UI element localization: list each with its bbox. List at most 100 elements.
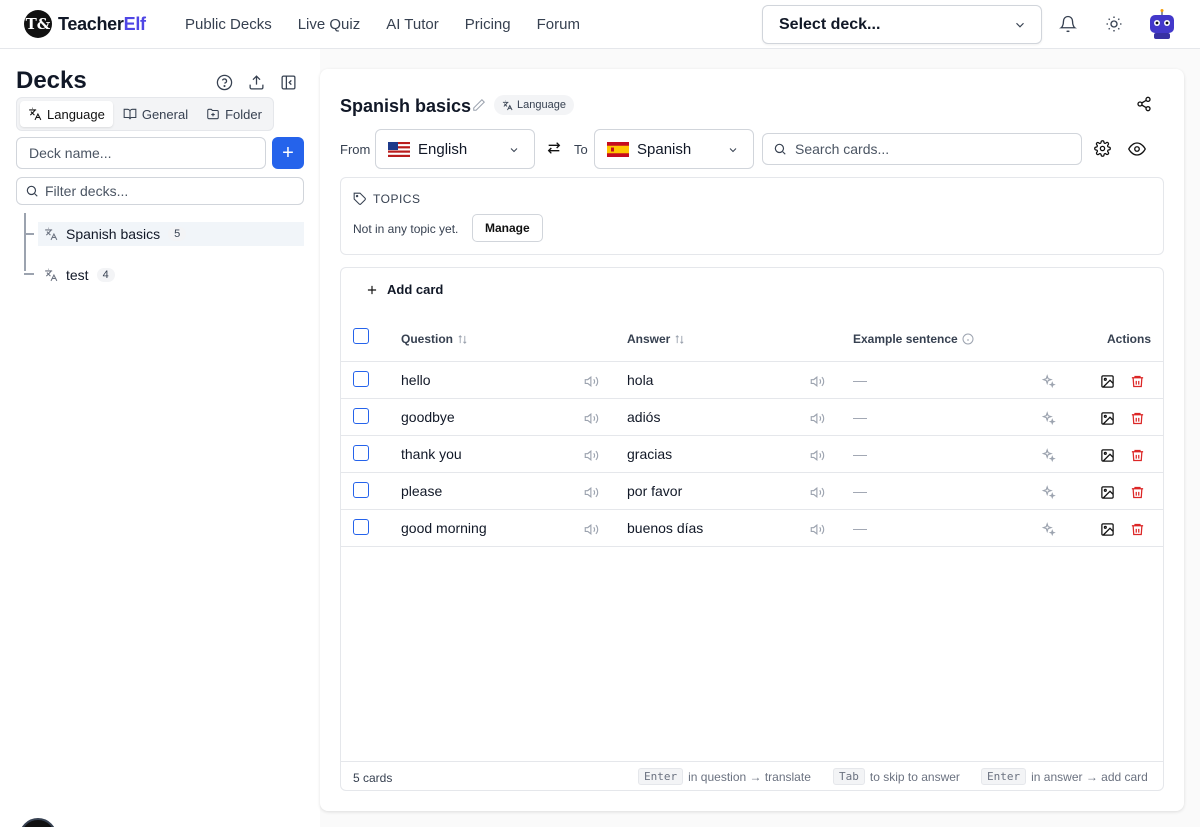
answer-cell[interactable]: por favor bbox=[627, 483, 682, 499]
speaker-icon[interactable] bbox=[809, 410, 825, 426]
nav-pricing[interactable]: Pricing bbox=[465, 16, 511, 33]
hint-add-card: Enter in answer → add card bbox=[981, 768, 1148, 785]
image-icon[interactable] bbox=[1099, 521, 1115, 537]
sparkle-icon[interactable] bbox=[1040, 521, 1056, 537]
image-icon[interactable] bbox=[1099, 447, 1115, 463]
translate-icon bbox=[29, 107, 42, 121]
answer-cell[interactable]: adiós bbox=[627, 409, 660, 425]
answer-cell[interactable]: buenos días bbox=[627, 520, 703, 536]
image-icon[interactable] bbox=[1099, 373, 1115, 389]
row-checkbox[interactable] bbox=[353, 482, 369, 498]
deck-type-tabs: Language General Folder bbox=[16, 97, 274, 131]
manage-topics-button[interactable]: Manage bbox=[472, 214, 543, 242]
question-cell[interactable]: goodbye bbox=[401, 409, 455, 425]
row-checkbox[interactable] bbox=[353, 371, 369, 387]
add-deck-button[interactable]: + bbox=[272, 137, 304, 169]
deck-item-test[interactable]: test 4 bbox=[38, 263, 304, 287]
nav-public-decks[interactable]: Public Decks bbox=[185, 16, 272, 33]
tab-language-label: Language bbox=[47, 106, 105, 122]
tab-folder[interactable]: Folder bbox=[198, 101, 270, 127]
sparkle-icon[interactable] bbox=[1040, 410, 1056, 426]
row-checkbox[interactable] bbox=[353, 519, 369, 535]
deck-type-badge: Language bbox=[494, 95, 574, 115]
swap-languages-icon[interactable] bbox=[546, 140, 562, 156]
deck-title: Spanish basics bbox=[340, 96, 472, 116]
upload-icon[interactable] bbox=[246, 72, 266, 92]
search-cards-field bbox=[762, 133, 1082, 165]
row-checkbox[interactable] bbox=[353, 445, 369, 461]
image-icon[interactable] bbox=[1099, 484, 1115, 500]
speaker-icon[interactable] bbox=[583, 410, 599, 426]
trash-icon[interactable] bbox=[1129, 373, 1145, 389]
trash-icon[interactable] bbox=[1129, 484, 1145, 500]
filter-decks-input[interactable] bbox=[45, 183, 285, 199]
gear-icon[interactable] bbox=[1094, 140, 1111, 157]
speaker-icon[interactable] bbox=[583, 373, 599, 389]
trash-icon[interactable] bbox=[1129, 447, 1145, 463]
sun-icon[interactable] bbox=[1104, 14, 1124, 34]
image-icon[interactable] bbox=[1099, 410, 1115, 426]
example-cell[interactable]: — bbox=[853, 520, 867, 536]
logo[interactable]: T& TeacherElf bbox=[24, 10, 146, 38]
question-column-header[interactable]: Question bbox=[401, 332, 468, 346]
to-language-select[interactable]: Spanish bbox=[594, 129, 754, 169]
tag-icon bbox=[353, 192, 366, 205]
trash-icon[interactable] bbox=[1129, 410, 1145, 426]
nav-live-quiz[interactable]: Live Quiz bbox=[298, 16, 361, 33]
sparkle-icon[interactable] bbox=[1040, 373, 1056, 389]
deck-item-spanish-basics[interactable]: Spanish basics 5 bbox=[38, 222, 304, 246]
speaker-icon[interactable] bbox=[809, 484, 825, 500]
table-row: hello hola — bbox=[341, 362, 1163, 399]
deck-item-name: test bbox=[66, 267, 89, 283]
search-cards-input[interactable] bbox=[795, 141, 1065, 157]
speaker-icon[interactable] bbox=[809, 373, 825, 389]
share-icon[interactable] bbox=[1136, 96, 1152, 112]
tab-language[interactable]: Language bbox=[20, 101, 113, 127]
deck-name-input[interactable] bbox=[16, 137, 266, 169]
collapse-panel-icon[interactable] bbox=[278, 72, 298, 92]
decks-sidebar: Decks Language General Folder + Spanish … bbox=[0, 49, 320, 827]
robot-avatar[interactable] bbox=[1146, 8, 1178, 40]
deck-select-value: Select deck... bbox=[779, 15, 881, 33]
us-flag-icon bbox=[388, 141, 410, 157]
top-bar: T& TeacherElf Public Decks Live Quiz AI … bbox=[0, 0, 1200, 49]
speaker-icon[interactable] bbox=[583, 447, 599, 463]
question-cell[interactable]: good morning bbox=[401, 520, 487, 536]
add-card-button[interactable]: Add card bbox=[365, 282, 443, 297]
answer-cell[interactable]: gracias bbox=[627, 446, 672, 462]
speaker-icon[interactable] bbox=[583, 484, 599, 500]
actions-column-header: Actions bbox=[1107, 332, 1152, 346]
info-icon[interactable] bbox=[962, 333, 974, 345]
speaker-icon[interactable] bbox=[583, 521, 599, 537]
trash-icon[interactable] bbox=[1129, 521, 1145, 537]
sparkle-icon[interactable] bbox=[1040, 484, 1056, 500]
example-cell[interactable]: — bbox=[853, 483, 867, 499]
answer-column-header[interactable]: Answer bbox=[627, 332, 685, 346]
row-checkbox[interactable] bbox=[353, 408, 369, 424]
nav-ai-tutor[interactable]: AI Tutor bbox=[386, 16, 439, 33]
question-cell[interactable]: hello bbox=[401, 372, 431, 388]
deck-select-dropdown[interactable]: Select deck... bbox=[762, 5, 1042, 44]
from-label: From bbox=[340, 142, 371, 157]
question-cell[interactable]: thank you bbox=[401, 446, 462, 462]
select-all-checkbox[interactable] bbox=[353, 328, 369, 344]
pencil-icon[interactable] bbox=[472, 98, 486, 112]
example-cell[interactable]: — bbox=[853, 446, 867, 462]
from-language-select[interactable]: English bbox=[375, 129, 535, 169]
sparkle-icon[interactable] bbox=[1040, 447, 1056, 463]
bell-icon[interactable] bbox=[1058, 14, 1078, 34]
question-cell[interactable]: please bbox=[401, 483, 442, 499]
tab-general[interactable]: General bbox=[115, 101, 196, 127]
help-icon[interactable] bbox=[214, 72, 234, 92]
eye-icon[interactable] bbox=[1128, 140, 1146, 158]
next-dev-badge[interactable]: N bbox=[19, 818, 57, 827]
speaker-icon[interactable] bbox=[809, 521, 825, 537]
example-cell[interactable]: — bbox=[853, 372, 867, 388]
example-header-label: Example sentence bbox=[853, 332, 958, 346]
table-row: thank you gracias — bbox=[341, 436, 1163, 473]
nav-forum[interactable]: Forum bbox=[537, 16, 580, 33]
speaker-icon[interactable] bbox=[809, 447, 825, 463]
answer-cell[interactable]: hola bbox=[627, 372, 653, 388]
example-cell[interactable]: — bbox=[853, 409, 867, 425]
hint-translate: Enter in question → translate bbox=[638, 768, 811, 785]
